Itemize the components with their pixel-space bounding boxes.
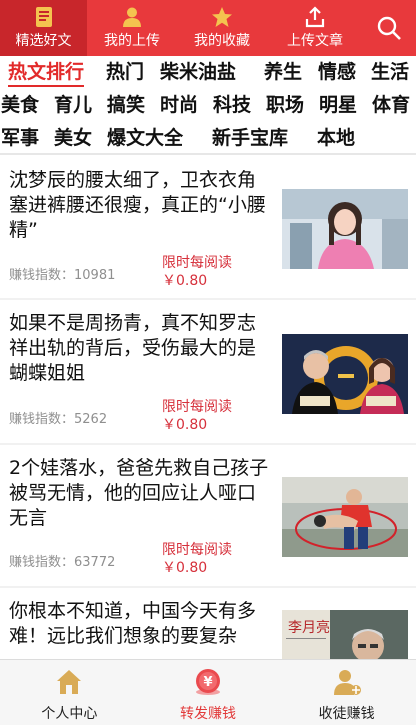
earning-index: 赚钱指数：10981 xyxy=(9,264,115,283)
category-tech[interactable]: 科技 xyxy=(213,91,251,119)
category-fashion[interactable]: 时尚 xyxy=(160,91,198,119)
reward-label: 限时每阅读 xyxy=(162,542,232,558)
earning-index-value: 5262 xyxy=(74,412,108,427)
home-icon xyxy=(54,667,84,697)
tab-my-favorites[interactable]: 我的收藏 xyxy=(177,0,267,56)
category-viral-articles[interactable]: 爆文大全 xyxy=(107,124,183,152)
tab-label: 我的上传 xyxy=(104,33,160,49)
reward-info: 限时每阅读 ￥0.80 xyxy=(162,398,232,434)
category-nav: 热文排行 热门 柴米油盐 养生 情感 生活 美食 育儿 搞笑 时尚 科技 职场 … xyxy=(0,56,416,155)
category-food[interactable]: 美食 xyxy=(1,91,39,119)
earning-index-label: 赚钱指数： xyxy=(9,555,75,570)
earning-index-label: 赚钱指数： xyxy=(9,268,75,283)
recruit-user-icon xyxy=(332,667,362,697)
article-feed: 沈梦辰的腰太细了，卫衣衣角塞进裤腰还很瘦，真正的“小腰精” 赚钱指数：10981… xyxy=(0,157,416,659)
tab-my-uploads[interactable]: 我的上传 xyxy=(87,0,177,56)
tab-label: 精选好文 xyxy=(15,33,72,49)
article-icon xyxy=(33,6,55,28)
category-parenting[interactable]: 育儿 xyxy=(54,91,92,119)
article-title: 沈梦辰的腰太细了，卫衣衣角塞进裤腰还很瘦，真正的“小腰精” xyxy=(9,169,266,241)
article-thumbnail xyxy=(282,189,408,269)
category-funny[interactable]: 搞笑 xyxy=(107,91,145,119)
earning-index-label: 赚钱指数： xyxy=(9,412,75,427)
star-icon xyxy=(211,6,233,28)
yuan-coin-icon: ¥ xyxy=(193,667,223,697)
bottom-tab-bar: 个人中心 ¥ 转发赚钱 收徒赚钱 xyxy=(0,659,416,725)
article-card[interactable]: 2个娃落水，爸爸先救自己孩子被骂无情，他的回应让人哑口无言 赚钱指数：63772… xyxy=(0,445,416,586)
category-beauty[interactable]: 美女 xyxy=(54,124,92,152)
article-title: 你根本不知道，中国今天有多难！远比我们想象的要复杂 xyxy=(9,600,257,647)
person-icon xyxy=(121,6,143,28)
reward-label: 限时每阅读 xyxy=(162,255,232,271)
reward-info: 限时每阅读 ￥0.80 xyxy=(162,254,232,290)
tab-recruit-earn[interactable]: 收徒赚钱 xyxy=(277,660,416,725)
category-hot-ranking[interactable]: 热文排行 xyxy=(8,58,85,87)
earning-index: 赚钱指数：5262 xyxy=(9,408,107,427)
category-military[interactable]: 军事 xyxy=(1,124,39,152)
thumbnail-caption: 李月亮 xyxy=(288,619,330,636)
reward-amount: ￥0.80 xyxy=(162,417,208,433)
top-tab-bar: 精选好文 我的上传 我的收藏 上传文章 xyxy=(0,0,416,56)
article-card[interactable]: 沈梦辰的腰太细了，卫衣衣角塞进裤腰还很瘦，真正的“小腰精” 赚钱指数：10981… xyxy=(0,157,416,298)
category-sports[interactable]: 体育 xyxy=(372,91,410,119)
search-icon[interactable] xyxy=(372,11,406,45)
tab-label: 我的收藏 xyxy=(194,33,250,49)
category-popular[interactable]: 热门 xyxy=(106,58,144,86)
svg-text:¥: ¥ xyxy=(203,675,212,690)
earning-index-value: 10981 xyxy=(74,268,116,283)
tab-upload-article[interactable]: 上传文章 xyxy=(267,0,363,56)
category-life[interactable]: 生活 xyxy=(371,58,409,86)
category-workplace[interactable]: 职场 xyxy=(266,91,304,119)
reward-info: 限时每阅读 ￥0.80 xyxy=(162,541,232,577)
article-title: 如果不是周扬青，真不知罗志祥出轨的背后，受伤最大的是蝴蝶姐姐 xyxy=(9,312,257,384)
article-thumbnail xyxy=(282,334,408,414)
article-card[interactable]: 如果不是周扬青，真不知罗志祥出轨的背后，受伤最大的是蝴蝶姐姐 赚钱指数：5262… xyxy=(0,300,416,443)
category-local[interactable]: 本地 xyxy=(317,124,355,152)
tab-personal-center[interactable]: 个人中心 xyxy=(0,660,139,725)
article-card[interactable]: 你根本不知道，中国今天有多难！远比我们想象的要复杂 李月亮 xyxy=(0,588,416,659)
category-beginner-guide[interactable]: 新手宝库 xyxy=(212,124,288,152)
category-emotion[interactable]: 情感 xyxy=(318,58,356,86)
upload-icon xyxy=(304,6,326,28)
article-thumbnail xyxy=(282,477,408,557)
reward-label: 限时每阅读 xyxy=(162,399,232,415)
article-title: 2个娃落水，爸爸先救自己孩子被骂无情，他的回应让人哑口无言 xyxy=(9,457,269,529)
category-health[interactable]: 养生 xyxy=(264,58,302,86)
reward-amount: ￥0.80 xyxy=(162,560,208,576)
tab-featured-articles[interactable]: 精选好文 xyxy=(0,0,87,56)
category-daily-life[interactable]: 柴米油盐 xyxy=(160,58,236,86)
tab-label: 收徒赚钱 xyxy=(318,706,375,722)
article-thumbnail: 李月亮 xyxy=(282,610,408,659)
tab-share-earn[interactable]: ¥ 转发赚钱 xyxy=(139,660,278,725)
earning-index: 赚钱指数：63772 xyxy=(9,551,115,570)
category-celebrity[interactable]: 明星 xyxy=(319,91,357,119)
tab-label: 个人中心 xyxy=(41,706,98,722)
earning-index-value: 63772 xyxy=(74,555,116,570)
tab-label: 上传文章 xyxy=(287,33,343,49)
tab-label: 转发赚钱 xyxy=(180,706,236,722)
reward-amount: ￥0.80 xyxy=(162,273,208,289)
